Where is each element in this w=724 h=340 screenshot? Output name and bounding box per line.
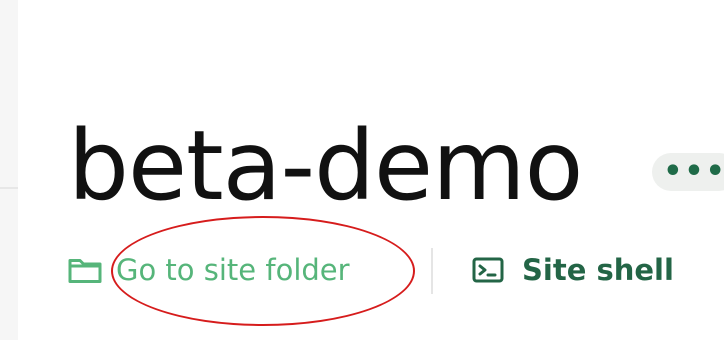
go-to-site-folder-label: Go to site folder <box>116 253 350 287</box>
site-shell-link[interactable]: Site shell <box>470 248 674 292</box>
more-options-button[interactable]: ••• <box>652 153 724 191</box>
go-to-site-folder-link[interactable]: Go to site folder <box>66 248 350 292</box>
site-actions: Go to site folder Site shell <box>66 248 716 294</box>
site-title: beta-demo <box>68 110 583 222</box>
terminal-icon <box>470 255 506 285</box>
more-icon: ••• <box>663 154 724 189</box>
actions-separator <box>431 248 433 294</box>
sidebar-divider <box>0 187 18 189</box>
site-detail-page: beta-demo ••• Go to site folder Site she… <box>0 0 724 340</box>
site-shell-label: Site shell <box>522 253 674 287</box>
folder-icon <box>66 255 104 285</box>
sidebar-edge <box>0 0 18 340</box>
